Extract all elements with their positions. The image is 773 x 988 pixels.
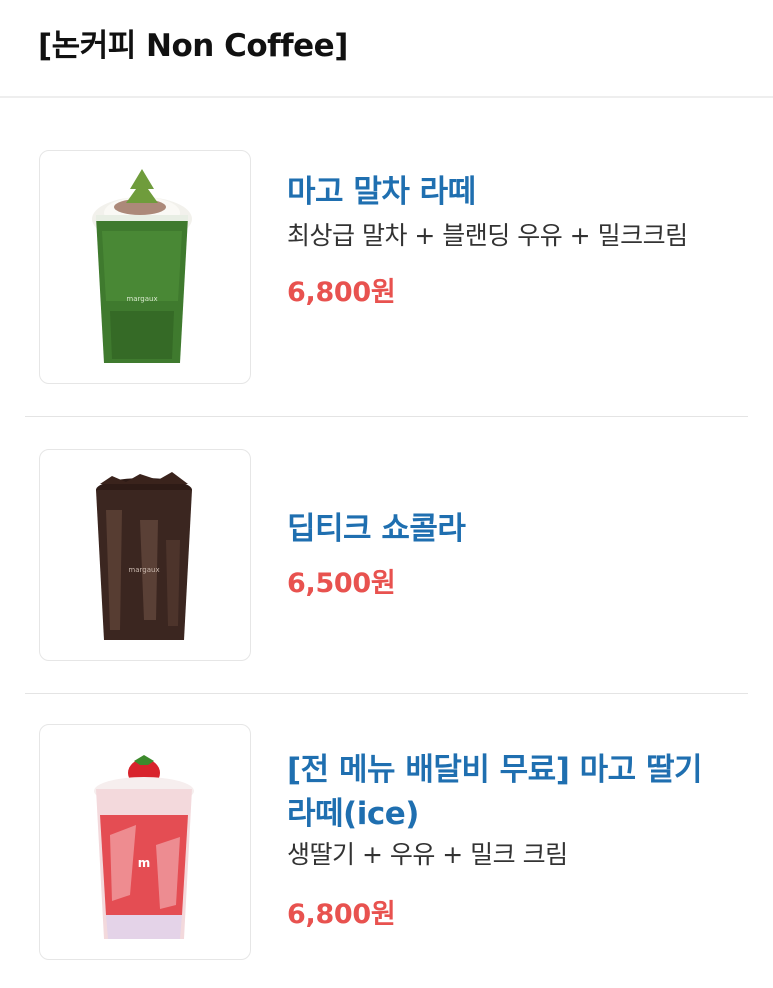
- item-divider: [25, 693, 748, 694]
- svg-text:m: m: [138, 856, 151, 870]
- svg-text:margaux: margaux: [126, 295, 157, 303]
- menu-item-chocolate[interactable]: margaux 딥티크 쇼콜라 6,500원: [25, 447, 748, 693]
- menu-item-info: 딥티크 쇼콜라 6,500원: [287, 507, 747, 600]
- menu-item-price: 6,800원: [287, 899, 396, 930]
- category-title: [논커피 Non Coffee]: [38, 28, 348, 64]
- menu-item-strawberry-latte[interactable]: m [전 메뉴 배달비 무료] 마고 딸기 라떼(ice) 생딸기 + 우유 +…: [25, 724, 748, 974]
- menu-item-description: 최상급 말차 + 블랜딩 우유 + 밀크크림: [287, 221, 688, 250]
- menu-item-name[interactable]: 딥티크 쇼콜라: [287, 507, 747, 551]
- strawberry-latte-drink-image[interactable]: m: [39, 724, 251, 960]
- menu-item-info: 마고 말차 라떼 최상급 말차 + 블랜딩 우유 + 밀크크림 6,800원: [287, 170, 747, 309]
- menu-item-description: 생딸기 + 우유 + 밀크 크림: [287, 840, 568, 869]
- menu-item-price: 6,800원: [287, 277, 396, 308]
- svg-text:margaux: margaux: [128, 566, 159, 574]
- category-header: [논커피 Non Coffee]: [0, 0, 773, 98]
- menu-item-name[interactable]: [전 메뉴 배달비 무료] 마고 딸기 라떼(ice): [287, 748, 735, 836]
- item-divider: [25, 416, 748, 417]
- matcha-latte-drink-image[interactable]: margaux: [39, 150, 251, 384]
- menu-item-price: 6,500원: [287, 568, 396, 599]
- menu-item-info: [전 메뉴 배달비 무료] 마고 딸기 라떼(ice) 생딸기 + 우유 + 밀…: [287, 748, 747, 931]
- menu-item-matcha-latte[interactable]: margaux 마고 말차 라떼 최상급 말차 + 블랜딩 우유 + 밀크크림 …: [25, 148, 748, 416]
- chocolate-drink-image[interactable]: margaux: [39, 449, 251, 661]
- menu-item-name[interactable]: 마고 말차 라떼: [287, 170, 747, 214]
